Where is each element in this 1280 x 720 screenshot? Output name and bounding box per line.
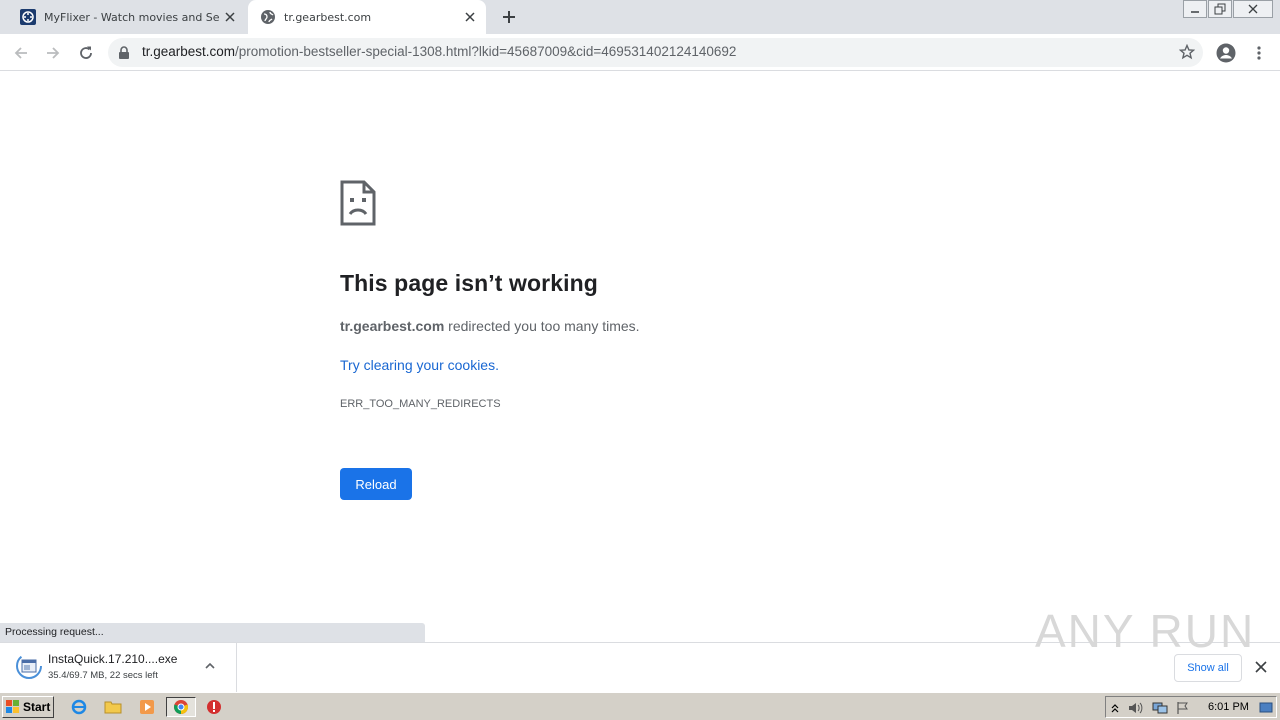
anyrun-watermark: ANY RUN bbox=[1035, 605, 1256, 657]
bookmark-star-icon[interactable] bbox=[1178, 43, 1196, 64]
error-message: tr.gearbest.com redirected you too many … bbox=[340, 318, 640, 334]
windows-logo-icon bbox=[6, 700, 20, 714]
sad-page-icon bbox=[340, 180, 376, 230]
error-message-text: redirected you too many times. bbox=[444, 318, 640, 334]
error-title: This page isn’t working bbox=[340, 270, 598, 296]
close-icon[interactable] bbox=[220, 7, 240, 27]
tab-strip: MyFlixer - Watch movies and Series tr.ge… bbox=[0, 0, 1280, 34]
system-tray bbox=[1105, 696, 1277, 718]
status-bubble: Processing request... bbox=[0, 623, 425, 642]
address-bar[interactable]: tr.gearbest.com/promotion-bestseller-spe… bbox=[108, 38, 1203, 67]
error-code: ERR_TOO_MANY_REDIRECTS bbox=[340, 398, 501, 410]
download-item[interactable]: InstaQuick.17.210....exe 35.4/69.7 MB, 2… bbox=[0, 643, 237, 692]
executable-file-icon bbox=[16, 653, 42, 679]
tab-title: MyFlixer - Watch movies and Series bbox=[44, 10, 220, 24]
show-all-button[interactable]: Show all bbox=[1174, 654, 1242, 682]
taskbar-clock: 6:01 PM bbox=[1208, 701, 1249, 713]
reload-icon[interactable] bbox=[73, 40, 99, 66]
error-host: tr.gearbest.com bbox=[340, 318, 445, 334]
url-host: tr.gearbest.com bbox=[142, 44, 236, 59]
forward-button[interactable] bbox=[40, 40, 66, 66]
media-player-icon[interactable] bbox=[136, 697, 158, 717]
restore-button[interactable] bbox=[1208, 0, 1232, 18]
flag-icon[interactable] bbox=[1176, 700, 1190, 719]
chevron-up-icon[interactable] bbox=[1111, 700, 1119, 719]
clear-cookies-link[interactable]: Try clearing your cookies. bbox=[340, 357, 499, 373]
close-icon[interactable] bbox=[1252, 658, 1270, 676]
chevron-up-icon[interactable] bbox=[203, 658, 217, 677]
start-label: Start bbox=[23, 700, 51, 714]
tab-gearbest[interactable]: tr.gearbest.com bbox=[248, 0, 486, 34]
taskbar: Start 6:01 PM bbox=[0, 692, 1280, 720]
profile-avatar-icon[interactable] bbox=[1213, 40, 1239, 66]
minimize-button[interactable] bbox=[1183, 0, 1207, 18]
film-reel-icon bbox=[20, 9, 36, 25]
internet-explorer-icon[interactable] bbox=[68, 697, 90, 717]
chrome-taskbar-button[interactable] bbox=[166, 697, 196, 717]
tab-title: tr.gearbest.com bbox=[284, 10, 372, 24]
speaker-icon[interactable] bbox=[1128, 700, 1144, 719]
window-close-button[interactable] bbox=[1233, 0, 1273, 18]
url-path: /promotion-bestseller-special-1308.html?… bbox=[235, 44, 737, 59]
globe-icon bbox=[260, 9, 276, 25]
download-filename: InstaQuick.17.210....exe bbox=[48, 652, 178, 666]
start-button[interactable]: Start bbox=[2, 696, 54, 718]
show-desktop-icon[interactable] bbox=[1259, 700, 1273, 719]
tab-myflixer[interactable]: MyFlixer - Watch movies and Series bbox=[8, 0, 246, 34]
network-icon[interactable] bbox=[1152, 700, 1168, 719]
menu-kebab-icon[interactable] bbox=[1246, 40, 1272, 66]
page-content: This page isn’t working tr.gearbest.com … bbox=[0, 72, 1280, 642]
close-icon[interactable] bbox=[460, 7, 480, 27]
lock-icon[interactable] bbox=[118, 45, 130, 64]
toolbar: tr.gearbest.com/promotion-bestseller-spe… bbox=[0, 34, 1280, 71]
url-text: tr.gearbest.com/promotion-bestseller-spe… bbox=[142, 44, 736, 59]
download-status: 35.4/69.7 MB, 22 secs left bbox=[48, 670, 158, 681]
new-tab-button[interactable] bbox=[498, 6, 520, 28]
reload-button[interactable]: Reload bbox=[340, 468, 412, 500]
stop-sign-icon[interactable] bbox=[203, 697, 225, 717]
folder-icon[interactable] bbox=[102, 697, 124, 717]
back-button[interactable] bbox=[8, 40, 34, 66]
